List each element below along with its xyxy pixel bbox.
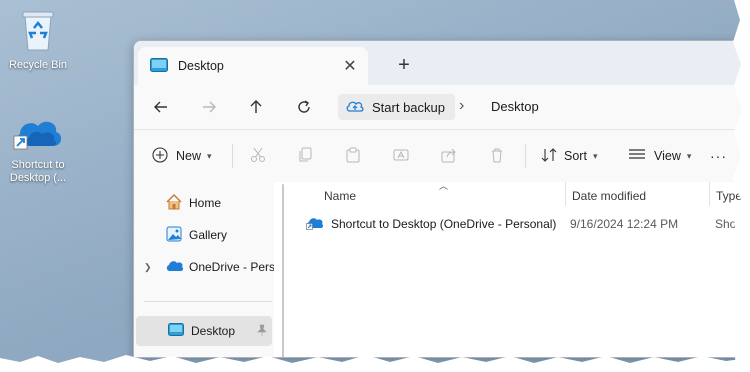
- nav-item-onedrive[interactable]: ❯ OneDrive - Personal: [134, 252, 274, 282]
- address-bar: Start backup › Desktop: [134, 85, 750, 129]
- share-icon[interactable]: [438, 144, 460, 166]
- sort-icon: [540, 147, 558, 166]
- view-button[interactable]: View ▾: [628, 143, 691, 169]
- nav-item-home[interactable]: Home: [134, 188, 274, 218]
- forward-icon[interactable]: [196, 95, 222, 119]
- chevron-right-icon[interactable]: ❯: [144, 262, 152, 273]
- breadcrumb-desktop[interactable]: Desktop: [491, 99, 539, 114]
- back-icon[interactable]: [148, 95, 174, 119]
- nav-item-desktop[interactable]: Desktop: [136, 316, 272, 346]
- chevron-down-icon: ▾: [592, 150, 598, 161]
- nav-label-onedrive: OneDrive - Personal: [189, 260, 274, 274]
- torn-right-edge: [733, 0, 750, 372]
- column-header-date-modified[interactable]: Date modified: [572, 189, 646, 203]
- cut-icon[interactable]: [247, 144, 269, 166]
- column-header-name[interactable]: Name: [324, 189, 356, 203]
- chevron-down-icon: ▾: [686, 150, 692, 161]
- onedrive-shortcut-desktop-icon[interactable]: Shortcut to Desktop (...: [1, 112, 75, 185]
- cloud-backup-icon: [346, 99, 364, 116]
- tab-strip: Desktop ✕ +: [134, 41, 750, 85]
- new-tab-button[interactable]: +: [392, 54, 416, 77]
- recycle-bin-desktop-icon[interactable]: Recycle Bin: [1, 8, 75, 72]
- recycle-bin-label: Recycle Bin: [8, 59, 68, 71]
- file-list: ︿ Name Date modified Type Shortcut to De…: [284, 181, 750, 357]
- start-backup-button[interactable]: Start backup: [338, 94, 455, 120]
- sort-label: Sort: [564, 149, 587, 163]
- sort-button[interactable]: Sort ▾: [540, 143, 597, 169]
- home-icon: [166, 193, 182, 213]
- desktop-folder-icon: [150, 57, 168, 75]
- recycle-bin-icon: [1, 8, 75, 56]
- refresh-icon[interactable]: [291, 95, 317, 119]
- plus-circle-icon: [152, 146, 168, 166]
- onedrive-icon: [166, 260, 184, 275]
- nav-label-home: Home: [189, 196, 222, 210]
- rename-icon[interactable]: [390, 144, 412, 166]
- divider: [525, 144, 526, 168]
- delete-icon[interactable]: [486, 144, 508, 166]
- navigation-pane: Home Gallery ❯ OneDrive - Personal: [134, 182, 274, 357]
- new-label: New: [176, 149, 202, 163]
- column-divider[interactable]: [565, 182, 566, 206]
- onedrive-shortcut-icon: [306, 216, 326, 233]
- gallery-icon: [166, 226, 182, 245]
- nav-item-gallery[interactable]: Gallery: [134, 220, 274, 250]
- new-button[interactable]: New ▾: [152, 143, 212, 169]
- pin-icon[interactable]: [257, 324, 267, 339]
- tab-title: Desktop: [178, 59, 224, 73]
- column-divider[interactable]: [709, 182, 710, 206]
- up-icon[interactable]: [243, 95, 269, 119]
- view-icon: [628, 148, 646, 165]
- file-explorer-window: Desktop ✕ + Start backup › Desktop New ▾…: [133, 40, 750, 358]
- start-backup-label: Start backup: [372, 99, 445, 115]
- file-date-modified: 9/16/2024 12:24 PM: [570, 217, 679, 231]
- file-row[interactable]: Shortcut to Desktop (OneDrive - Personal…: [306, 212, 750, 236]
- onedrive-shortcut-icon: [1, 112, 75, 156]
- close-tab-icon[interactable]: ✕: [338, 56, 362, 76]
- tab-desktop[interactable]: Desktop ✕: [138, 47, 368, 85]
- onedrive-shortcut-label: Shortcut to Desktop (...: [9, 159, 67, 184]
- explorer-body: Home Gallery ❯ OneDrive - Personal: [134, 181, 750, 357]
- nav-label-gallery: Gallery: [189, 228, 228, 242]
- torn-bottom-edge: [0, 355, 750, 372]
- breadcrumb-separator[interactable]: ›: [459, 97, 464, 115]
- sort-ascending-icon: ︿: [439, 181, 449, 191]
- file-name: Shortcut to Desktop (OneDrive - Personal…: [331, 217, 557, 231]
- copy-icon[interactable]: [294, 144, 316, 166]
- chevron-down-icon: ▾: [207, 150, 212, 161]
- desktop-folder-icon: [168, 323, 184, 339]
- nav-divider: [144, 301, 272, 302]
- nav-label-desktop: Desktop: [191, 324, 236, 338]
- paste-icon[interactable]: [342, 144, 364, 166]
- view-label: View: [654, 149, 681, 163]
- command-bar: New ▾ Sort ▾ View ▾ ···: [134, 129, 750, 182]
- divider: [232, 144, 233, 168]
